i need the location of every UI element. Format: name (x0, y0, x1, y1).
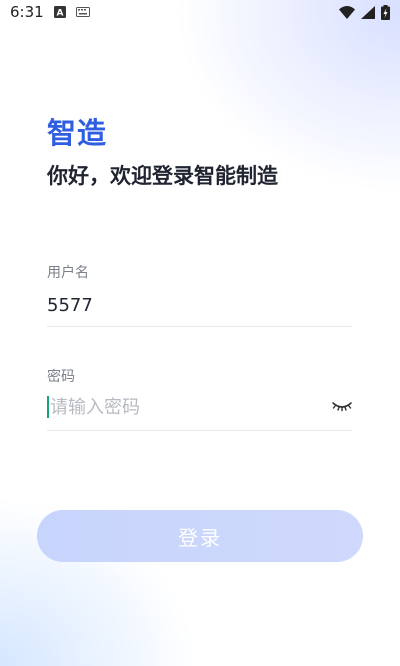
password-label: 密码 (47, 369, 75, 385)
status-right (339, 4, 390, 20)
password-divider (47, 430, 352, 431)
notification-a-icon: A (53, 6, 66, 19)
status-left: 6:31 A (10, 3, 90, 21)
eye-closed-icon[interactable] (331, 397, 353, 415)
background (0, 0, 400, 666)
text-caret (47, 396, 49, 418)
keyboard-icon (75, 7, 90, 17)
status-time: 6:31 (10, 3, 44, 21)
password-input[interactable] (50, 390, 325, 424)
wifi-icon (339, 5, 355, 19)
username-label: 用户名 (47, 265, 89, 281)
signal-icon (361, 5, 375, 19)
username-divider (47, 326, 352, 327)
battery-charging-icon (381, 4, 390, 20)
status-bar: 6:31 A (0, 0, 400, 24)
username-input[interactable] (47, 288, 352, 322)
login-button[interactable]: 登录 (37, 510, 363, 562)
app-brand-title: 智造 (47, 116, 108, 150)
welcome-heading: 你好，欢迎登录智能制造 (47, 164, 278, 188)
svg-text:A: A (56, 9, 63, 19)
